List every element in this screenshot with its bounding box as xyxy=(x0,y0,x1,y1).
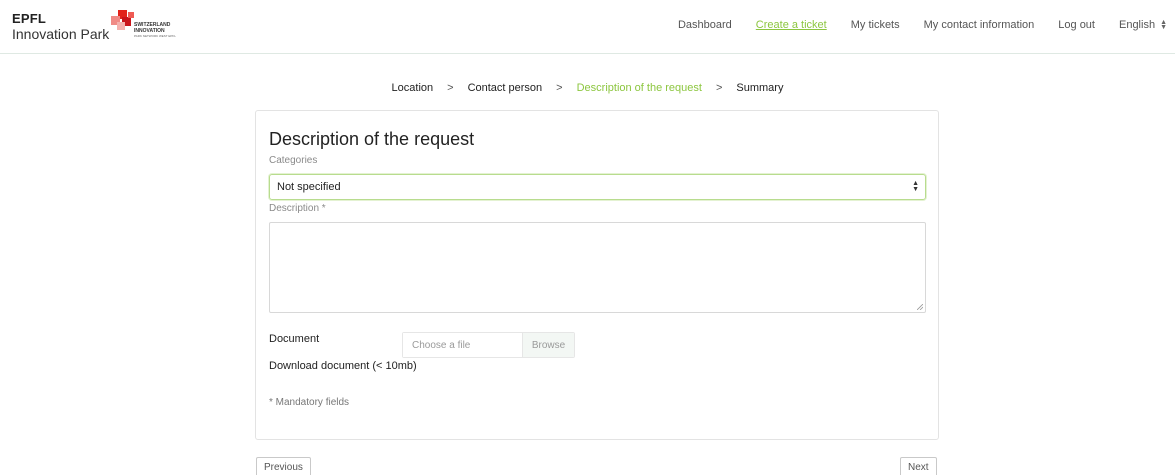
document-label: Document xyxy=(269,333,320,345)
step-separator: > xyxy=(556,82,563,94)
categories-value: Not specified xyxy=(277,181,341,193)
request-form-card: Description of the request Categories No… xyxy=(255,110,939,440)
file-placeholder[interactable]: Choose a file xyxy=(403,333,522,357)
select-arrows-icon: ▲ ▼ xyxy=(912,180,919,193)
nav-my-tickets[interactable]: My tickets xyxy=(851,19,900,31)
download-document-label: Download document (< 10mb) xyxy=(269,360,417,372)
step-separator: > xyxy=(447,82,454,94)
previous-button[interactable]: Previous xyxy=(256,457,311,475)
logo-innovation-park-text: Innovation Park xyxy=(12,26,110,42)
form-title: Description of the request xyxy=(269,129,475,149)
nav-my-contact-information[interactable]: My contact information xyxy=(924,19,1035,31)
epfl-logo[interactable]: EPFL Innovation Park xyxy=(12,11,110,43)
resize-grip-icon[interactable] xyxy=(917,304,923,310)
main-nav: Dashboard Create a ticket My tickets My … xyxy=(654,19,1167,31)
nav-create-ticket[interactable]: Create a ticket xyxy=(756,19,827,31)
next-button[interactable]: Next xyxy=(900,457,937,475)
step-contact-person: Contact person xyxy=(467,82,543,94)
step-separator: > xyxy=(715,82,723,94)
select-arrows-icon: ▲ ▼ xyxy=(1160,19,1167,31)
step-summary: Summary xyxy=(736,82,784,94)
categories-label: Categories xyxy=(269,155,318,166)
step-description: Description of the request xyxy=(576,82,702,94)
categories-select[interactable]: Not specified ▲ ▼ xyxy=(269,174,926,200)
step-location: Location xyxy=(391,82,434,94)
nav-dashboard[interactable]: Dashboard xyxy=(678,19,732,31)
description-label: Description * xyxy=(269,203,326,214)
description-textarea[interactable] xyxy=(269,222,926,313)
partner-logo-text: SWITZERLAND INNOVATION PARK NETWORK WEST… xyxy=(134,22,176,40)
language-select[interactable]: English ▲ ▼ xyxy=(1119,19,1167,31)
language-value: English xyxy=(1118,19,1156,31)
document-file-input[interactable]: Choose a file Browse xyxy=(402,332,575,358)
top-header: EPFL Innovation Park SWITZERLAND INNOVAT… xyxy=(0,0,1175,54)
logo-epfl-text: EPFL xyxy=(12,11,47,26)
browse-button[interactable]: Browse xyxy=(522,333,574,357)
switzerland-innovation-logo: SWITZERLAND INNOVATION PARK NETWORK WEST… xyxy=(108,10,188,46)
mandatory-fields-note: * Mandatory fields xyxy=(269,397,350,408)
partner-line-3: PARK NETWORK WEST EPFL xyxy=(134,34,176,38)
nav-log-out[interactable]: Log out xyxy=(1058,19,1095,31)
progress-steps: Location > Contact person > Description … xyxy=(0,82,1175,94)
